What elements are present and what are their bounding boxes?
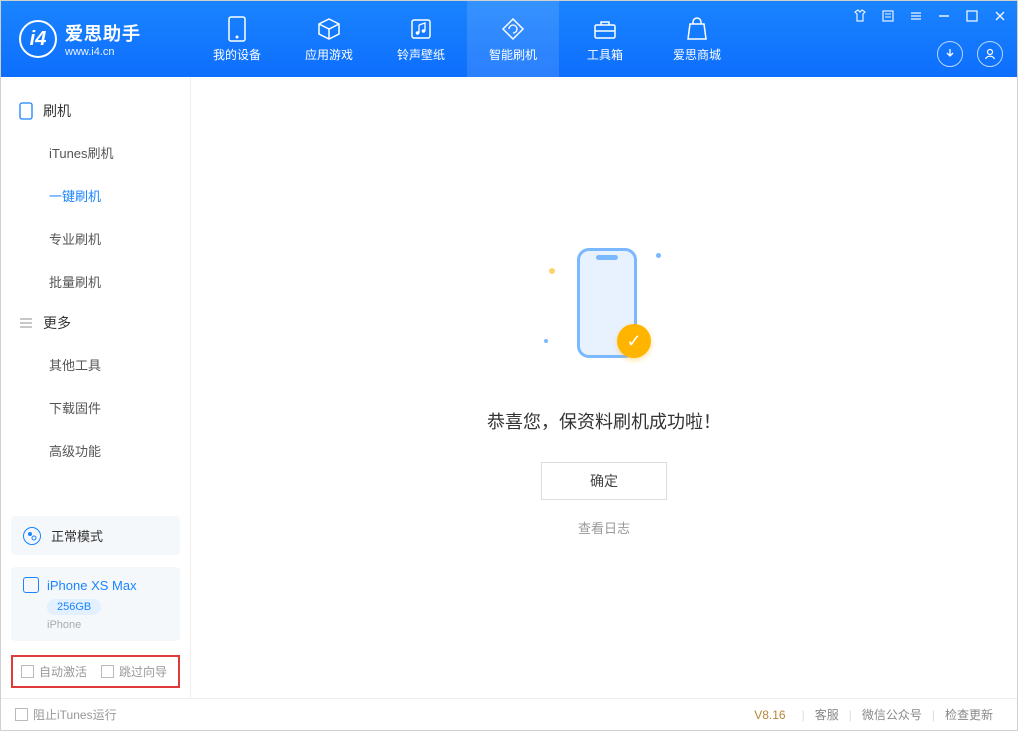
sidebar-item-advanced[interactable]: 高级功能 [1,429,190,472]
close-icon[interactable] [991,7,1009,25]
device-box[interactable]: iPhone XS Max 256GB iPhone [11,567,180,641]
checkbox-label: 自动激活 [39,663,87,680]
footer-link-update[interactable]: 检查更新 [935,706,1003,723]
device-small-icon [23,577,39,593]
app-window: i4 爱思助手 www.i4.cn 我的设备 应用游戏 铃声壁纸 智能刷机 [0,0,1018,731]
nav-toolbox[interactable]: 工具箱 [559,1,651,77]
success-illustration: ✓ [539,238,669,378]
app-title: 爱思助手 [65,20,141,46]
sidebar-item-firmware[interactable]: 下载固件 [1,386,190,429]
shirt-icon[interactable] [851,7,869,25]
checkbox-label: 阻止iTunes运行 [33,706,117,723]
nav-ringtones[interactable]: 铃声壁纸 [375,1,467,77]
sidebar-item-other[interactable]: 其他工具 [1,343,190,386]
top-nav: 我的设备 应用游戏 铃声壁纸 智能刷机 工具箱 爱思商城 [191,1,743,77]
device-type: iPhone [47,619,168,631]
menu-icon[interactable] [907,7,925,25]
refresh-icon [500,16,526,42]
phone-icon [19,102,33,120]
checkbox-icon [21,665,34,678]
version-label: V8.16 [754,708,785,722]
sidebar-section-more: 更多 [1,303,190,343]
window-controls [851,7,1009,25]
nav-my-device[interactable]: 我的设备 [191,1,283,77]
music-icon [408,16,434,42]
footer-link-support[interactable]: 客服 [805,706,849,723]
logo[interactable]: i4 爱思助手 www.i4.cn [1,20,191,58]
checkbox-auto-activate[interactable]: 自动激活 [21,663,87,680]
device-icon [224,16,250,42]
app-subtitle: www.i4.cn [65,46,141,58]
mode-icon [23,527,41,545]
nav-label: 智能刷机 [489,46,537,63]
header-right [937,41,1003,67]
nav-apps[interactable]: 应用游戏 [283,1,375,77]
cube-icon [316,16,342,42]
mode-box[interactable]: 正常模式 [11,516,180,555]
nav-label: 应用游戏 [305,46,353,63]
footer-link-wechat[interactable]: 微信公众号 [852,706,932,723]
success-message: 恭喜您，保资料刷机成功啦！ [487,408,721,434]
nav-label: 铃声壁纸 [397,46,445,63]
nav-label: 我的设备 [213,46,261,63]
checkbox-icon [101,665,114,678]
sidebar-item-oneclick[interactable]: 一键刷机 [1,174,190,217]
sidebar: 刷机 iTunes刷机 一键刷机 专业刷机 批量刷机 更多 其他工具 下载固件 … [1,77,191,698]
checkbox-label: 跳过向导 [119,663,167,680]
maximize-icon[interactable] [963,7,981,25]
checkbox-block-itunes[interactable]: 阻止iTunes运行 [15,706,117,723]
section-label: 更多 [43,313,71,333]
device-capacity: 256GB [47,599,101,615]
user-icon[interactable] [977,41,1003,67]
ok-button[interactable]: 确定 [541,462,667,500]
list-icon [19,316,33,330]
toolbox-icon [592,16,618,42]
checkbox-icon [15,708,28,721]
bag-icon [684,16,710,42]
logo-icon: i4 [19,20,57,58]
check-badge-icon: ✓ [617,324,651,358]
nav-flash[interactable]: 智能刷机 [467,1,559,77]
body: 刷机 iTunes刷机 一键刷机 专业刷机 批量刷机 更多 其他工具 下载固件 … [1,77,1017,698]
main-content: ✓ 恭喜您，保资料刷机成功啦！ 确定 查看日志 [191,77,1017,698]
sidebar-item-pro[interactable]: 专业刷机 [1,217,190,260]
minimize-icon[interactable] [935,7,953,25]
header: i4 爱思助手 www.i4.cn 我的设备 应用游戏 铃声壁纸 智能刷机 [1,1,1017,77]
sidebar-section-flash: 刷机 [1,91,190,131]
options-row: 自动激活 跳过向导 [11,655,180,688]
mode-label: 正常模式 [51,526,103,545]
footer: 阻止iTunes运行 V8.16 | 客服 | 微信公众号 | 检查更新 [1,698,1017,730]
download-icon[interactable] [937,41,963,67]
section-label: 刷机 [43,101,71,121]
logo-text: 爱思助手 www.i4.cn [65,20,141,58]
nav-label: 工具箱 [587,46,623,63]
device-name: iPhone XS Max [47,578,137,593]
sidebar-item-batch[interactable]: 批量刷机 [1,260,190,303]
nav-label: 爱思商城 [673,46,721,63]
note-icon[interactable] [879,7,897,25]
checkbox-skip-guide[interactable]: 跳过向导 [101,663,167,680]
view-log-link[interactable]: 查看日志 [578,518,630,537]
nav-store[interactable]: 爱思商城 [651,1,743,77]
sidebar-item-itunes[interactable]: iTunes刷机 [1,131,190,174]
